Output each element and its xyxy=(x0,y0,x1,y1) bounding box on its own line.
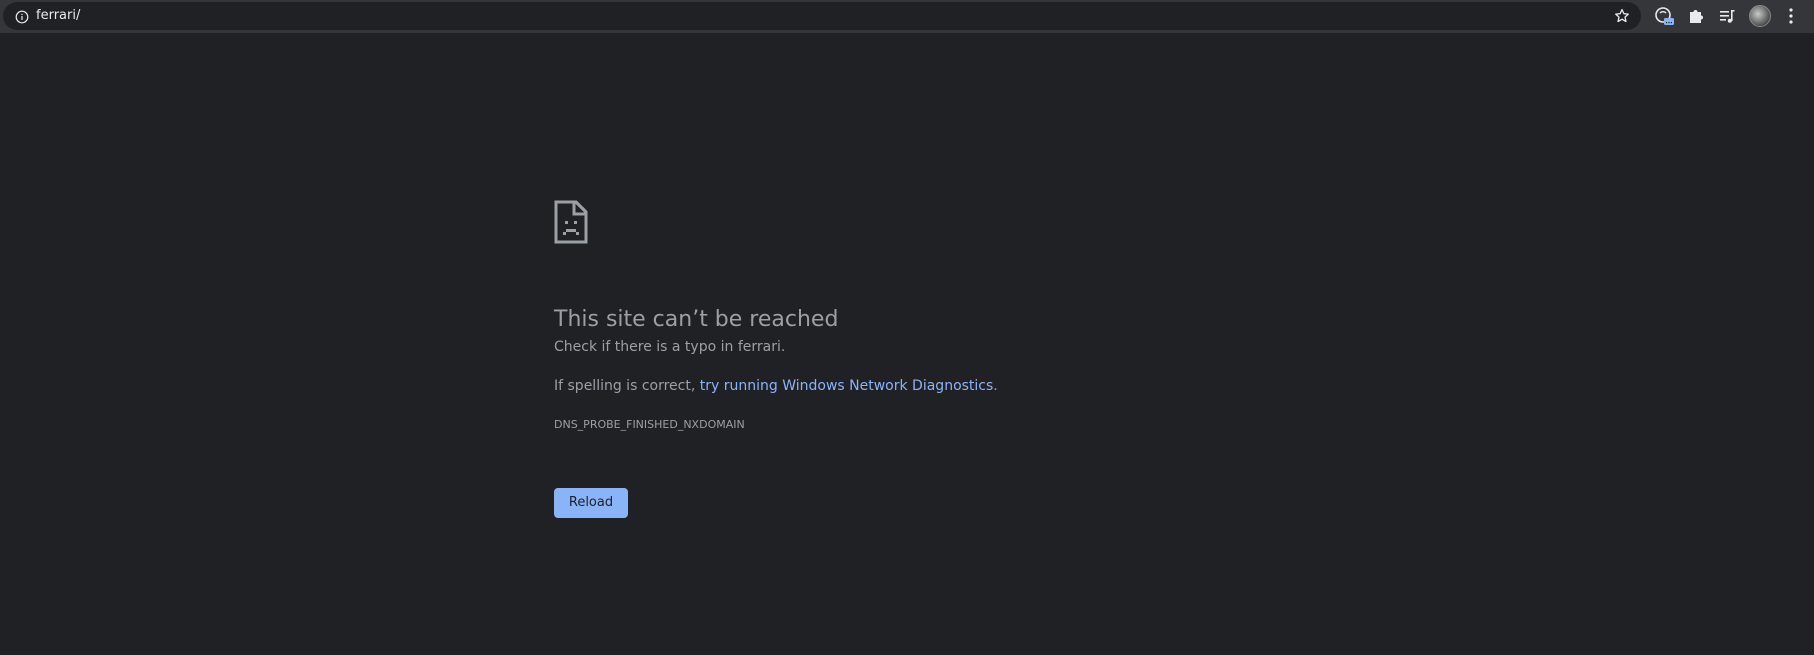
error-title: This site can’t be reached xyxy=(554,306,839,332)
typo-hint: Check if there is a typo in ferrari. xyxy=(554,339,786,355)
reading-list-icon[interactable] xyxy=(1716,5,1738,27)
diagnostics-prefix: If spelling is correct, xyxy=(554,378,700,394)
reload-button[interactable]: Reload xyxy=(554,488,628,518)
info-icon[interactable] xyxy=(15,9,29,24)
puzzle-icon[interactable] xyxy=(1685,5,1707,27)
lens-badge-icon[interactable] xyxy=(1653,5,1675,27)
avatar[interactable] xyxy=(1749,5,1771,27)
kebab-menu-icon[interactable] xyxy=(1780,5,1802,27)
diagnostics-suffix: . xyxy=(993,378,998,394)
url-text[interactable]: ferrari/ xyxy=(36,8,80,24)
sad-page-icon xyxy=(554,200,588,244)
address-bar[interactable]: ferrari/ xyxy=(3,2,1641,30)
error-code: DNS_PROBE_FINISHED_NXDOMAIN xyxy=(554,418,745,431)
browser-toolbar: ferrari/ xyxy=(0,0,1814,33)
network-diagnostics-link[interactable]: try running Windows Network Diagnostics xyxy=(700,378,994,394)
star-icon[interactable] xyxy=(1614,8,1630,24)
diagnostics-hint: If spelling is correct, try running Wind… xyxy=(554,376,998,396)
